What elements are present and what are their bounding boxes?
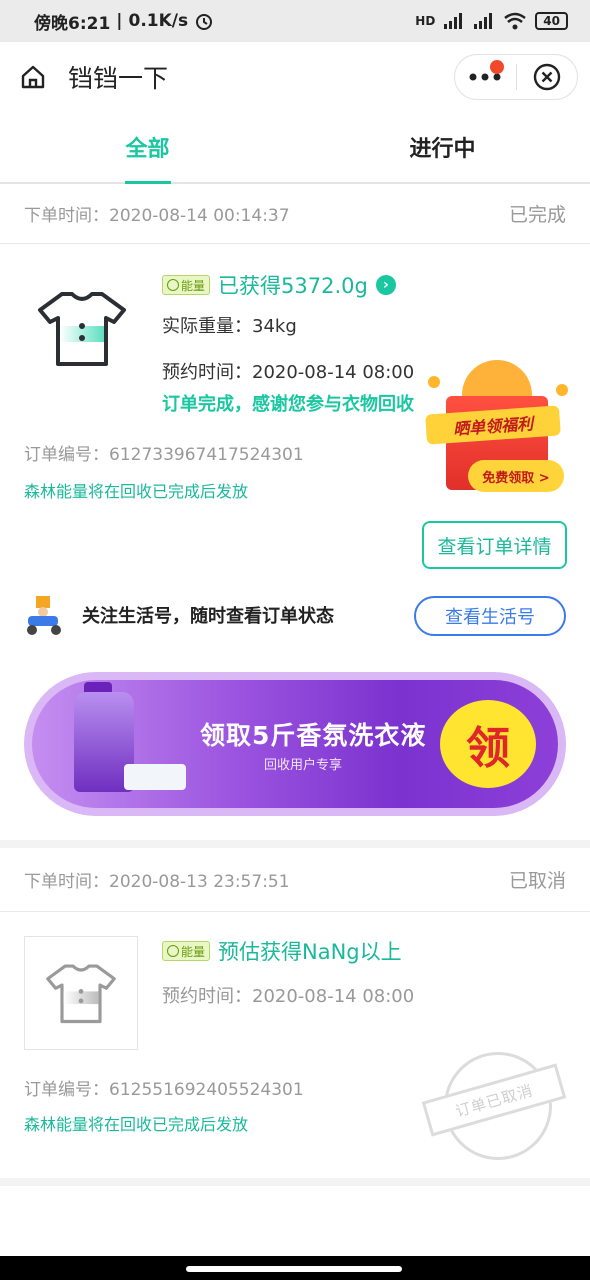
battery-indicator: 40 [535,12,568,30]
home-gesture-handle[interactable] [186,1266,402,1272]
order-2-energy: 能量 预估获得NaNg以上 [162,936,402,966]
energy-badge-label: 能量 [181,944,206,959]
home-icon[interactable] [18,62,48,92]
order-no-value: 612733967417524301 [109,445,304,465]
order-2-status: 已取消 [508,870,566,892]
leaf-icon [167,945,179,957]
energy-badge: 能量 [162,941,211,961]
promo-claim-badge[interactable]: 领 [440,700,536,788]
gift-free-claim-button[interactable]: 免费领取 > [468,460,564,492]
appointment-label: 预约时间： [162,986,252,1007]
energy-badge: 能量 [162,275,211,295]
weight-value: 34kg [252,316,297,337]
section-separator [0,840,590,848]
towel-image [124,764,186,790]
view-order-detail-button[interactable]: 查看订单详情 [422,521,567,569]
page-title: 铛铛一下 [68,64,169,93]
appointment-value: 2020-08-14 08:00 [252,986,415,1007]
alarm-icon [196,14,213,30]
order-time-label: 下单时间： [24,206,109,226]
order-2-energy-note: 森林能量将在回收已完成后发放 [24,1115,249,1134]
gift-sparkle [428,376,440,388]
appointment-value: 2020-08-14 08:00 [252,362,415,383]
order-no-label: 订单编号： [24,445,109,465]
order-no-label: 订单编号： [24,1080,109,1100]
order-2-header: 下单时间：2020-08-13 23:57:51 已取消 [0,848,590,912]
order-1-energy[interactable]: 能量 已获得5372.0g › [162,270,396,300]
energy-badge-label: 能量 [181,278,206,293]
order-1-status: 已完成 [508,204,566,226]
wifi-icon [504,12,527,30]
order-1-number: 订单编号：612733967417524301 [24,440,304,465]
weight-label: 实际重量： [162,316,252,337]
chevron-right-icon: › [375,275,396,295]
order-1-header: 下单时间：2020-08-14 00:14:37 已完成 [0,184,590,244]
appointment-label: 预约时间： [162,362,252,383]
close-circle-icon [533,63,560,91]
gift-sparkle [556,384,568,396]
signal-icon-2 [474,13,493,29]
order-1-appointment: 预约时间：2020-08-14 08:00 [162,358,414,384]
status-speed: 0.1K/s [128,11,189,31]
promo-title: 领取5斤香氛洗衣液 [200,721,427,750]
more-button[interactable] [455,54,516,100]
order-2-thumbnail [24,936,138,1050]
energy-obtained: 已获得5372.0g [218,274,368,298]
close-button[interactable] [516,54,577,100]
network-hd-label: HD [415,14,436,28]
energy-estimate: 预估获得NaNg以上 [218,940,402,964]
order-2-time: 下单时间：2020-08-13 23:57:51 [24,867,290,892]
status-bar: 傍晚6:21 | 0.1K/s HD 40 [0,0,590,42]
order-2-appointment: 预约时间：2020-08-14 08:00 [162,982,414,1008]
status-left: 傍晚6:21 | 0.1K/s [34,9,214,34]
status-sep: | [116,11,123,31]
order-1-weight: 实际重量：34kg [162,312,297,338]
notification-dot [489,60,504,74]
status-right: HD 40 [415,12,568,30]
order-2-number: 订单编号：612551692405524301 [24,1075,304,1100]
gift-promo-float[interactable]: 晒单领福利 免费领取 > [425,352,570,498]
order-1-energy-note: 森林能量将在回收已完成后发放 [24,482,249,501]
order-tabs: 全部 进行中 [0,112,590,184]
tshirt-gray-icon [46,964,116,1024]
signal-icon [444,13,463,29]
leaf-icon [167,279,179,291]
order-time-value: 2020-08-14 00:14:37 [109,206,290,226]
order-no-value: 612551692405524301 [109,1080,304,1100]
order-1-time: 下单时间：2020-08-14 00:14:37 [24,201,290,226]
promo-subtitle: 回收用户专享 [264,758,343,773]
status-time: 傍晚6:21 [34,13,111,34]
detergent-promo-banner[interactable]: 领取5斤香氛洗衣液 回收用户专享 领 [24,672,566,816]
tshirt-icon [34,288,130,368]
section-separator [0,1178,590,1186]
view-life-account-button[interactable]: 查看生活号 [414,596,566,636]
promo-inner: 领取5斤香氛洗衣液 回收用户专享 领 [32,680,558,808]
more-dots-icon [469,73,501,81]
order-time-label: 下单时间： [24,872,109,892]
tab-all[interactable]: 全部 [0,112,295,182]
mini-program-capsule [454,54,578,100]
order-complete-message: 订单完成，感谢您参与衣物回收 [162,394,414,415]
order-time-value: 2020-08-13 23:57:51 [109,872,290,892]
delivery-scooter-icon [27,596,61,635]
tab-in-progress[interactable]: 进行中 [295,112,590,182]
nav-bar: 铛铛一下 [0,42,590,112]
follow-text: 关注生活号，随时查看订单状态 [82,606,334,627]
